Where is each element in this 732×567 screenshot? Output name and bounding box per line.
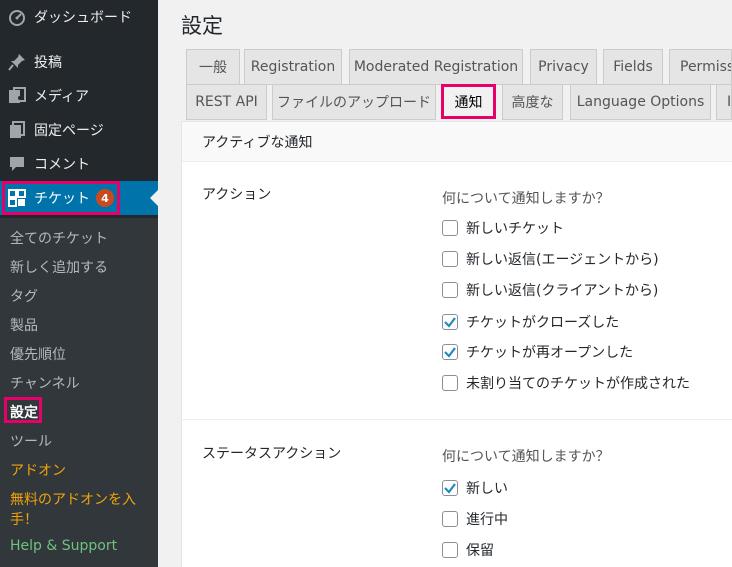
sidebar-item-comments[interactable]: コメント: [0, 147, 158, 181]
checkbox[interactable]: [442, 251, 458, 267]
page-title: 設定: [181, 14, 223, 38]
option-label: チケットが再オープンした: [466, 345, 634, 361]
submenu-help-support[interactable]: Help & Support: [10, 538, 117, 554]
option-ticket-closed[interactable]: チケットがクローズした: [442, 312, 619, 332]
submenu-tags[interactable]: タグ: [10, 286, 38, 306]
tab-privacy[interactable]: Privacy: [530, 49, 597, 85]
tab-fields[interactable]: Fields: [603, 49, 663, 85]
status-actions-label: ステータスアクション: [202, 446, 342, 462]
sidebar-item-label: コメント: [34, 157, 90, 173]
media-icon: [7, 86, 27, 106]
sidebar-item-label: メディア: [34, 89, 90, 105]
submenu-tools[interactable]: ツール: [10, 431, 52, 451]
submenu-all-tickets[interactable]: 全てのチケット: [10, 228, 108, 248]
submenu-add-new[interactable]: 新しく追加する: [10, 257, 108, 277]
submenu-priorities[interactable]: 優先順位: [10, 344, 66, 364]
submenu-products[interactable]: 製品: [10, 315, 38, 335]
sidebar-item-label: 投稿: [34, 55, 62, 71]
tab-permissions[interactable]: Permissi: [669, 49, 732, 85]
option-new-reply-agent[interactable]: 新しい返信(エージェントから): [442, 249, 659, 269]
checkbox[interactable]: [442, 511, 458, 527]
option-status-in-progress[interactable]: 進行中: [442, 509, 508, 529]
option-unassigned-created[interactable]: 未割り当てのチケットが作成された: [442, 373, 690, 393]
checkbox[interactable]: [442, 480, 458, 496]
checkbox[interactable]: [442, 375, 458, 391]
sidebar-item-dashboard[interactable]: ダッシュボード: [0, 0, 158, 34]
settings-panel: アクティブな通知 アクション 何について通知しますか？ 新しいチケット 新しい返…: [181, 121, 732, 567]
page-icon: [7, 120, 27, 140]
checkbox[interactable]: [442, 220, 458, 236]
submenu-settings[interactable]: 設定: [10, 402, 38, 422]
dashboard-icon: [7, 7, 27, 27]
option-label: 新しい返信(クライアントから): [466, 283, 659, 299]
tab-rest-api[interactable]: REST API: [186, 84, 267, 120]
option-label: 新しいチケット: [466, 221, 564, 237]
sidebar-item-tickets[interactable]: チケット 4: [0, 181, 158, 215]
submenu-free-addons-cont[interactable]: 手！: [10, 509, 38, 529]
current-arrow: [150, 190, 158, 206]
tab-file-upload[interactable]: ファイルのアップロード: [272, 84, 436, 120]
section-header: アクティブな通知: [182, 122, 732, 162]
comment-icon: [7, 154, 27, 174]
tickets-submenu: 全てのチケット 新しく追加する タグ 製品 優先順位 チャンネル 設定 ツール …: [0, 218, 158, 567]
tab-advanced[interactable]: 高度な: [502, 84, 563, 120]
submenu-channels[interactable]: チャンネル: [10, 373, 80, 393]
tab-more[interactable]: I: [716, 84, 732, 120]
sidebar-item-label: チケット: [34, 191, 90, 207]
option-status-new[interactable]: 新しい: [442, 478, 508, 498]
checkbox[interactable]: [442, 282, 458, 298]
option-ticket-reopened[interactable]: チケットが再オープンした: [442, 342, 633, 362]
option-label: 未割り当てのチケットが作成された: [466, 376, 690, 392]
sidebar-item-media[interactable]: メディア: [0, 79, 158, 113]
option-label: 新しい返信(エージェントから): [466, 252, 659, 268]
tab-language-options[interactable]: Language Options: [570, 84, 711, 120]
checkbox[interactable]: [442, 344, 458, 360]
checkbox[interactable]: [442, 542, 458, 558]
tab-registration[interactable]: Registration: [244, 49, 342, 85]
submenu-addons[interactable]: アドオン: [10, 460, 66, 480]
option-status-on-hold[interactable]: 保留: [442, 540, 494, 560]
tab-general[interactable]: 一般: [186, 49, 240, 85]
option-label: 新しい: [466, 481, 508, 497]
option-label: 保留: [466, 543, 494, 559]
actions-question: 何について通知しますか？: [442, 191, 610, 207]
actions-label: アクション: [202, 187, 272, 203]
ticket-grid-icon: [7, 188, 27, 208]
tab-moderated-registration[interactable]: Moderated Registration: [349, 49, 523, 85]
checkbox[interactable]: [442, 314, 458, 330]
sidebar-item-posts[interactable]: 投稿: [0, 45, 158, 79]
ticket-count-badge: 4: [96, 189, 114, 207]
option-label: チケットがクローズした: [466, 315, 620, 331]
submenu-free-addons[interactable]: 無料のアドオンを入: [10, 489, 136, 509]
status-actions-question: 何について通知しますか？: [442, 449, 610, 465]
tab-notifications[interactable]: 通知: [441, 84, 496, 120]
admin-sidebar: ダッシュボード 投稿 メディア 固定ページ コメント チケット 4 全てのチケッ…: [0, 0, 158, 567]
section-divider: [182, 419, 732, 420]
option-new-ticket[interactable]: 新しいチケット: [442, 218, 564, 238]
option-new-reply-client[interactable]: 新しい返信(クライアントから): [442, 280, 658, 300]
pin-icon: [7, 52, 27, 72]
option-label: 進行中: [466, 512, 508, 528]
sidebar-item-label: ダッシュボード: [34, 10, 132, 26]
sidebar-item-label: 固定ページ: [34, 123, 104, 139]
sidebar-item-pages[interactable]: 固定ページ: [0, 113, 158, 147]
